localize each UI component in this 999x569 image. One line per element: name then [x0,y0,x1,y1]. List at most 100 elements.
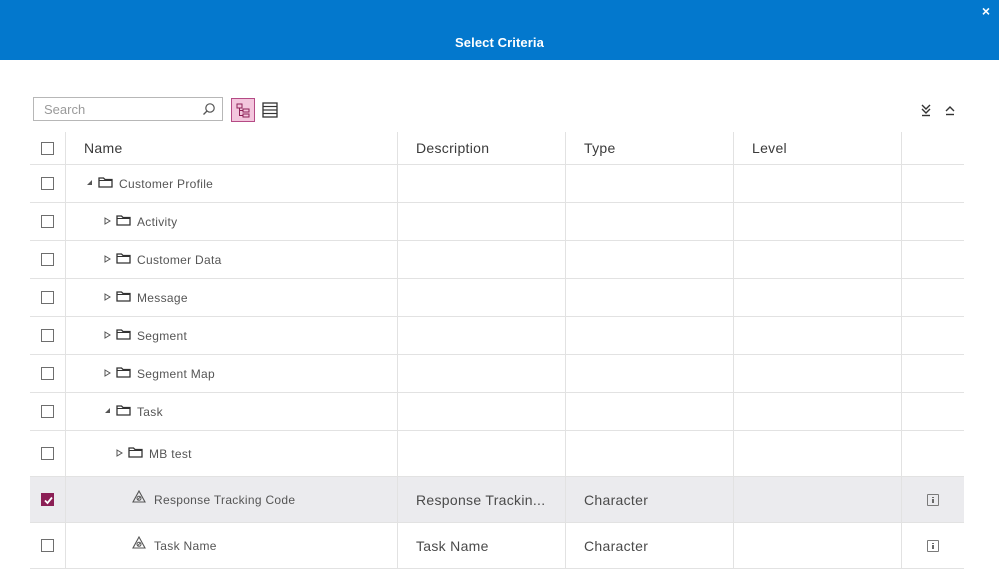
folder-icon [128,445,143,463]
row-checkbox[interactable] [41,405,54,418]
info-icon[interactable] [927,493,939,506]
row-name-label: MB test [149,446,192,461]
row-checkbox[interactable] [41,215,54,228]
folder-icon [116,365,131,383]
table-row[interactable]: Customer Profile [30,165,964,203]
table-row[interactable]: Segment Map [30,355,964,393]
row-type [566,393,734,430]
row-checkbox[interactable] [41,367,54,380]
table-row[interactable]: Customer Data [30,241,964,279]
row-level [734,523,902,568]
expand-toggle-icon[interactable] [102,292,112,303]
search-icon[interactable] [202,102,216,116]
folder-icon [116,403,131,421]
row-level [734,393,902,430]
row-level [734,241,902,278]
row-description [398,241,566,278]
row-name-cell: Response Tracking Code [66,477,398,522]
column-header-name[interactable]: Name [66,132,398,164]
row-name-label: Response Tracking Code [154,492,296,507]
table-row[interactable]: Response Tracking Code Response Trackin..… [30,477,964,523]
row-checkbox[interactable] [41,291,54,304]
search-input[interactable] [34,98,204,120]
row-checkbox[interactable] [41,493,54,506]
row-description [398,431,566,476]
row-type [566,355,734,392]
row-info-cell [902,431,964,476]
table-view-button[interactable] [258,98,282,122]
row-type: Character [566,477,734,522]
table-row[interactable]: Task [30,393,964,431]
row-check-cell [30,317,66,354]
table-row[interactable]: Segment [30,317,964,355]
expand-toggle-icon[interactable] [102,254,112,265]
row-info-cell [902,203,964,240]
select-all-checkbox[interactable] [41,141,54,155]
column-header-description[interactable]: Description [398,132,566,164]
row-description [398,279,566,316]
row-type [566,279,734,316]
row-type: Character [566,523,734,568]
tree-view-button[interactable] [231,98,255,122]
column-header-level[interactable]: Level [734,132,902,164]
row-checkbox[interactable] [41,447,54,460]
row-level [734,317,902,354]
expand-all-icon[interactable] [919,103,933,117]
row-info-cell [902,165,964,202]
expand-toggle-icon[interactable] [102,330,112,341]
close-icon[interactable]: × [979,4,993,18]
row-info-cell [902,317,964,354]
row-type [566,165,734,202]
row-description: Task Name [398,523,566,568]
select-all-cell [30,132,66,164]
row-info-cell [902,523,964,568]
row-name-label: Activity [137,214,178,229]
row-info-cell [902,393,964,430]
row-type [566,431,734,476]
expand-toggle-icon[interactable] [102,216,112,227]
row-description: Response Trackin... [398,477,566,522]
column-header-info [902,132,964,164]
row-check-cell [30,431,66,476]
grid-body: Customer Profile Activity Customer Data Mes… [30,165,964,569]
row-name-cell: Segment Map [66,355,398,392]
row-name-cell: Activity [66,203,398,240]
row-type [566,241,734,278]
row-info-cell [902,279,964,316]
row-type [566,203,734,240]
column-header-type[interactable]: Type [566,132,734,164]
row-name-label: Customer Data [137,252,222,267]
row-name-cell: Segment [66,317,398,354]
collapse-toggle-icon[interactable] [102,407,112,416]
row-name-label: Customer Profile [119,176,214,191]
row-type [566,317,734,354]
collapse-all-icon[interactable] [943,103,957,117]
row-name-label: Message [137,290,188,305]
row-name-cell: Customer Profile [66,165,398,202]
table-row[interactable]: Message [30,279,964,317]
row-description [398,317,566,354]
row-checkbox[interactable] [41,253,54,266]
info-icon[interactable] [927,539,939,552]
data-item-icon [132,489,146,509]
row-description [398,165,566,202]
search-box [33,97,223,121]
row-level [734,203,902,240]
table-row[interactable]: Task Name Task Name Character [30,523,964,569]
row-checkbox[interactable] [41,329,54,342]
table-row[interactable]: MB test [30,431,964,477]
row-check-cell [30,165,66,202]
row-check-cell [30,241,66,278]
table-row[interactable]: Activity [30,203,964,241]
row-name-cell: Customer Data [66,241,398,278]
row-checkbox[interactable] [41,539,54,552]
row-check-cell [30,393,66,430]
row-level [734,279,902,316]
row-info-cell [902,355,964,392]
row-checkbox[interactable] [41,177,54,190]
collapse-toggle-icon[interactable] [84,179,94,188]
expand-toggle-icon[interactable] [102,368,112,379]
table-view-icon [262,102,278,118]
row-name-cell: Task [66,393,398,430]
expand-toggle-icon[interactable] [114,448,124,459]
